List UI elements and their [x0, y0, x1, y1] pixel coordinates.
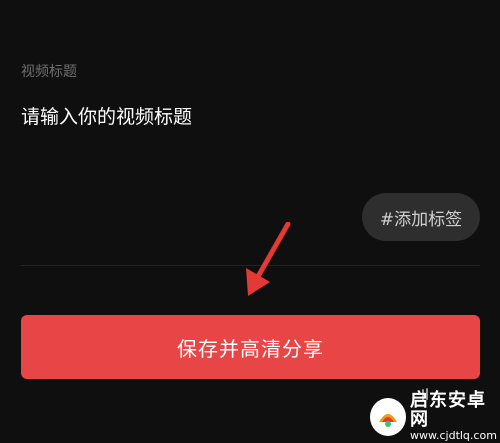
watermark-site-url: www.cjdtlq.com [410, 428, 497, 442]
video-title-input[interactable]: 请输入你的视频标题 [21, 103, 461, 131]
site-logo-icon [370, 397, 406, 436]
annotation-arrow-icon [246, 222, 291, 296]
video-publish-screen: 视频标题 请输入你的视频标题 #添加标签 保存并高清分享 启东安卓网 www.c… [0, 0, 500, 443]
site-watermark: 启东安卓网 www.cjdtlq.com [370, 389, 500, 442]
add-tag-button[interactable]: #添加标签 [362, 193, 480, 241]
video-title-label: 视频标题 [21, 64, 77, 80]
save-and-share-hd-button[interactable]: 保存并高清分享 [21, 315, 480, 379]
watermark-site-name: 启东安卓网 [410, 389, 486, 430]
